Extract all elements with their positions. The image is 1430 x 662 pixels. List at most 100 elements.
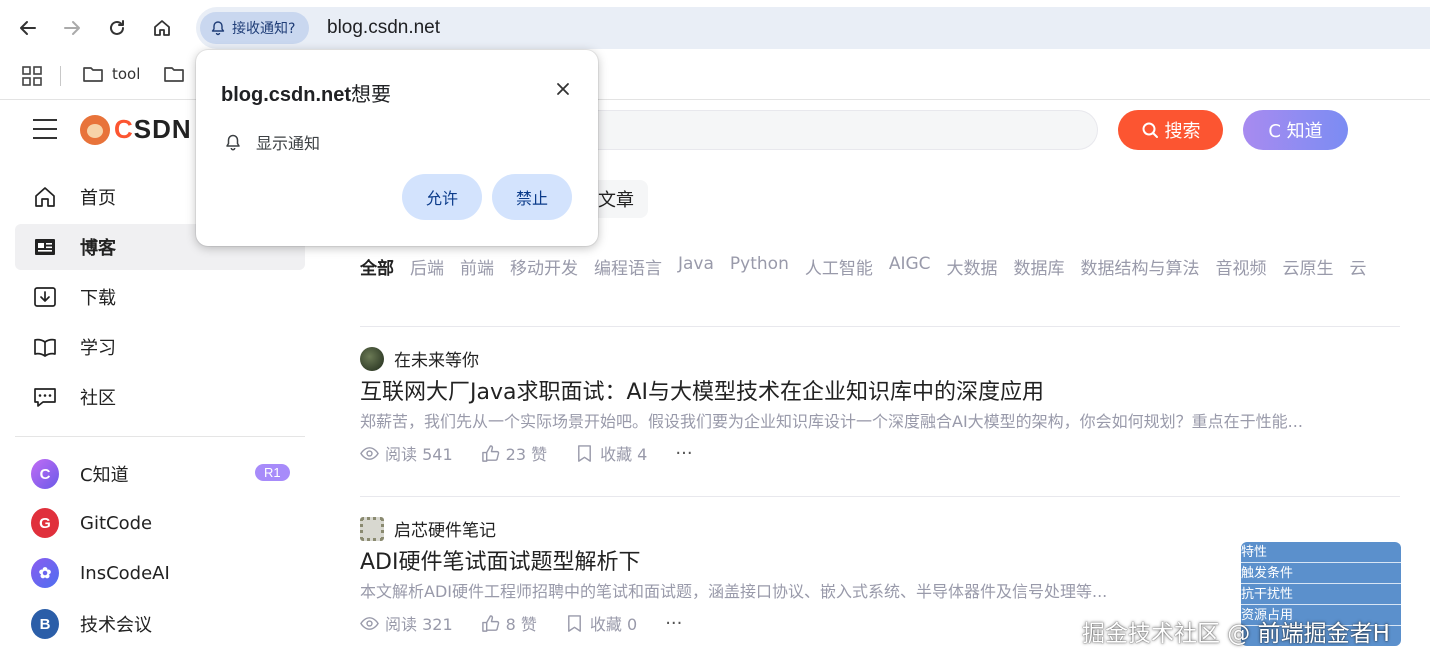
search-icon: [1142, 122, 1158, 138]
category-tab[interactable]: Python: [730, 254, 789, 274]
like-button[interactable]: 8 赞: [481, 611, 537, 635]
article-title[interactable]: ADI硬件笔试面试题型解析下: [360, 544, 640, 576]
article-description: 郑薪苦，我们先从一个实际场景开始吧。假设我们要为企业知识库设计一个深度融合AI大…: [360, 412, 1303, 431]
sidebar-app-label: C知道: [80, 465, 129, 486]
like-button[interactable]: 23 赞: [481, 441, 547, 465]
bookmark-icon: [568, 614, 581, 632]
thumbs-up-icon: [481, 444, 499, 462]
eye-icon: [360, 616, 379, 630]
more-options-button[interactable]: ···: [665, 613, 682, 634]
divider: [360, 326, 1400, 327]
bookmark-label: tool: [112, 65, 141, 83]
csdn-logo[interactable]: CSDN: [80, 114, 192, 145]
close-icon: [557, 83, 569, 95]
views-count: 阅读 321: [360, 611, 453, 635]
article-author[interactable]: 启芯硬件笔记: [360, 516, 496, 541]
permission-row: 显示通知: [224, 130, 320, 154]
views-count: 阅读 541: [360, 441, 453, 465]
bookmark-icon: [578, 444, 592, 462]
sidebar-item-download[interactable]: 下载: [15, 274, 305, 320]
thumbnail-text: 特性: [1241, 542, 1401, 563]
category-tab[interactable]: 移动开发: [510, 254, 578, 279]
favorite-button[interactable]: 收藏 4: [575, 441, 647, 465]
home-icon: [31, 183, 59, 211]
article-title[interactable]: 互联网大厂Java求职面试：AI与大模型技术在企业知识库中的深度应用: [360, 374, 1044, 406]
search-button[interactable]: 搜索: [1118, 110, 1223, 150]
apps-grid-icon[interactable]: [21, 65, 43, 87]
gitcode-icon: G: [31, 508, 59, 538]
chat-icon: [31, 383, 59, 411]
reload-button[interactable]: [101, 12, 133, 44]
category-tab[interactable]: AIGC: [889, 254, 931, 274]
category-tab[interactable]: 人工智能: [805, 254, 873, 279]
home-button[interactable]: [146, 12, 178, 44]
permission-label: 显示通知: [256, 134, 321, 153]
notification-permission-popup: blog.csdn.net想要 显示通知 允许 禁止: [196, 50, 598, 246]
blog-icon: [31, 233, 59, 261]
avatar: [360, 346, 384, 371]
category-tab[interactable]: 后端: [410, 254, 444, 279]
category-tab[interactable]: 全部: [360, 254, 394, 279]
address-bar[interactable]: 接收通知? blog.csdn.net: [196, 7, 1430, 49]
sidebar-item-learn[interactable]: 学习: [15, 324, 305, 370]
article-description: 本文解析ADI硬件工程师招聘中的笔试和面试题，涵盖接口协议、嵌入式系统、半导体器…: [360, 582, 1108, 601]
bell-icon: [226, 134, 240, 151]
sidebar-app-gitcode[interactable]: G GitCode: [15, 500, 305, 546]
browser-toolbar: 接收通知? blog.csdn.net: [0, 0, 1430, 56]
url-text: blog.csdn.net: [327, 17, 441, 38]
allow-button[interactable]: 允许: [402, 174, 482, 220]
sidebar-item-label: 博客: [80, 238, 116, 259]
block-button[interactable]: 禁止: [492, 174, 572, 220]
inscodeai-icon: ✿: [31, 558, 59, 588]
category-tab[interactable]: 音视频: [1216, 254, 1267, 279]
thumbnail-text: 抗干扰性: [1241, 584, 1401, 605]
author-name: 在未来等你: [394, 351, 479, 371]
category-tab[interactable]: 云: [1350, 254, 1367, 279]
avatar: [360, 516, 384, 541]
folder-icon: [83, 67, 103, 82]
category-tab[interactable]: 数据库: [1014, 254, 1065, 279]
category-tab[interactable]: 编程语言: [594, 254, 662, 279]
sidebar-app-label: 技术会议: [80, 615, 152, 636]
sidebar-item-label: 下载: [80, 288, 116, 309]
category-tab[interactable]: 数据结构与算法: [1081, 254, 1200, 279]
book-icon: [31, 333, 59, 361]
article-card[interactable]: 在未来等你 互联网大厂Java求职面试：AI与大模型技术在企业知识库中的深度应用…: [360, 346, 1400, 486]
category-tab[interactable]: 云原生: [1283, 254, 1334, 279]
reload-icon: [110, 20, 124, 35]
sidebar-app-inscodeai[interactable]: ✿ InsCodeAI: [15, 550, 305, 596]
notification-permission-chip[interactable]: 接收通知?: [200, 12, 310, 44]
search-input[interactable]: [590, 110, 1098, 150]
menu-icon[interactable]: [33, 119, 57, 141]
r1-badge: R1: [255, 464, 290, 481]
home-icon: [154, 20, 170, 36]
sidebar-item-label: 首页: [80, 188, 116, 209]
sidebar-app-c-zhidao[interactable]: C C知道 R1: [15, 451, 305, 497]
bookmark-folder-tool[interactable]: tool: [82, 64, 140, 84]
close-button[interactable]: [551, 77, 575, 101]
category-tab[interactable]: 大数据: [947, 254, 998, 279]
tech-conference-icon: B: [31, 609, 59, 639]
search-button-label: 搜索: [1164, 121, 1201, 142]
logo-text: CSDN: [114, 114, 192, 144]
category-tab[interactable]: Java: [678, 254, 714, 274]
c-zhidao-button[interactable]: C 知道: [1243, 110, 1348, 150]
thumbnail-text: 触发条件: [1241, 563, 1401, 584]
bookmark-folder[interactable]: [163, 64, 185, 84]
thumbs-up-icon: [481, 614, 499, 632]
article-author[interactable]: 在未来等你: [360, 346, 479, 371]
forward-button[interactable]: [56, 12, 88, 44]
favorite-button[interactable]: 收藏 0: [565, 611, 637, 635]
bell-icon: [211, 21, 225, 36]
eye-icon: [360, 446, 379, 460]
sidebar-item-label: 学习: [80, 338, 116, 359]
category-tab[interactable]: 前端: [460, 254, 494, 279]
monkey-logo-icon: [80, 114, 110, 145]
category-tabs: 全部 后端 前端 移动开发 编程语言 Java Python 人工智能 AIGC 大数据 数据库 数据…: [360, 254, 1430, 284]
popup-title: blog.csdn.net想要: [221, 82, 391, 106]
back-button[interactable]: [12, 12, 44, 44]
sidebar-item-community[interactable]: 社区: [15, 374, 305, 420]
sidebar-app-tech-conference[interactable]: B 技术会议: [15, 601, 305, 647]
article-meta: 阅读 541 23 赞 收藏 4 ···: [360, 441, 693, 465]
more-options-button[interactable]: ···: [675, 443, 692, 464]
